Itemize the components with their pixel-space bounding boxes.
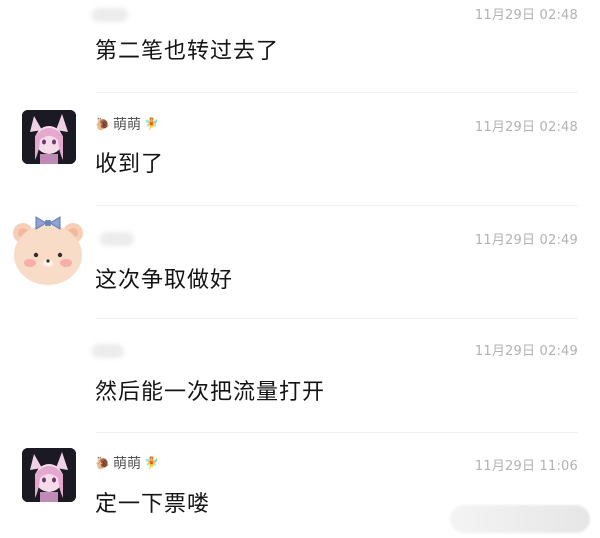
divider — [95, 432, 578, 433]
message-time: 11月29日 02:48 — [474, 8, 578, 23]
sender-name[interactable]: 萌萌 — [113, 114, 141, 134]
message-time: 11月29日 02:48 — [474, 120, 578, 135]
message-text: 这次争取做好 — [95, 268, 234, 293]
message-time: 11月29日 11:06 — [474, 459, 578, 474]
snail-emoji-icon: 🐌 — [95, 456, 110, 470]
divider — [95, 92, 578, 93]
bear-avatar[interactable] — [6, 209, 90, 293]
snail-emoji-icon: 🐌 — [95, 117, 110, 131]
message-time: 11月29日 02:49 — [474, 344, 578, 359]
message-time: 11月29日 02:49 — [474, 233, 578, 248]
chat-message[interactable]: 11月29日 02:49 然后能一次把流量打开 — [0, 320, 600, 430]
message-text: 收到了 — [95, 152, 165, 177]
message-text: 定一下票喽 — [95, 492, 211, 517]
chat-message[interactable]: 11月29日 02:48 第二笔也转过去了 — [0, 0, 600, 90]
fairy-emoji-icon: 🧚 — [143, 456, 159, 470]
divider — [95, 318, 578, 319]
message-text: 然后能一次把流量打开 — [95, 380, 326, 405]
fairy-emoji-icon: 🧚 — [143, 117, 159, 131]
message-text: 第二笔也转过去了 — [95, 39, 280, 64]
sender-name-blurred — [92, 8, 128, 22]
cat-avatar[interactable] — [22, 448, 76, 502]
sender-name-row: 🐌 萌萌 🧚 — [95, 453, 159, 473]
sender-name-blurred — [92, 344, 124, 358]
cat-avatar[interactable] — [22, 110, 76, 164]
watermark-blur — [450, 505, 590, 533]
sender-name-row: 🐌 萌萌 🧚 — [95, 114, 159, 134]
sender-name[interactable]: 萌萌 — [113, 453, 141, 473]
chat-message[interactable]: 11月29日 02:49 这次争取做好 — [0, 205, 600, 315]
chat-message[interactable]: 🐌 萌萌 🧚 11月29日 02:48 收到了 — [0, 100, 600, 200]
sender-name-blurred — [100, 232, 134, 246]
